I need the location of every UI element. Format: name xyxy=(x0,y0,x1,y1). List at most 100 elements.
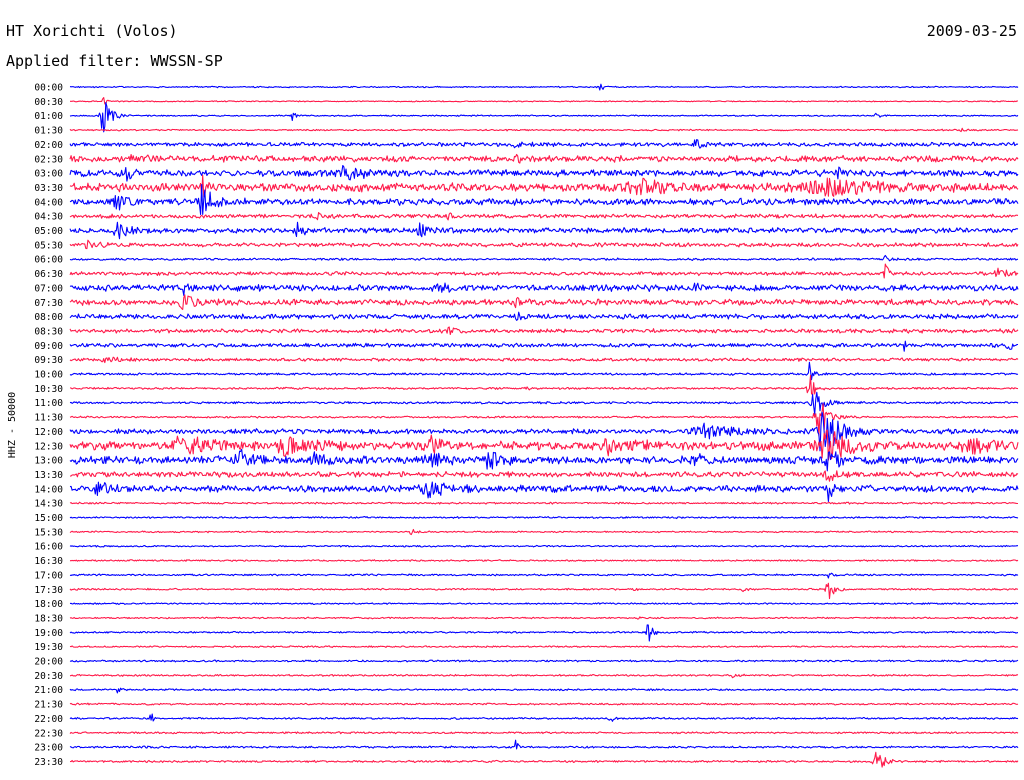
trace-2130 xyxy=(69,702,1019,706)
trace-0730 xyxy=(69,294,1019,311)
tick-label: 03:30 xyxy=(34,183,63,194)
trace-2300 xyxy=(69,739,1019,750)
y-axis-label: HHZ - 50000 xyxy=(7,392,18,458)
trace-0630 xyxy=(69,263,1019,279)
trace-1630 xyxy=(69,559,1019,562)
trace-0030 xyxy=(70,97,1018,105)
trace-0830 xyxy=(69,326,1019,336)
trace-1330 xyxy=(69,470,1019,482)
tick-label: 14:00 xyxy=(34,484,63,495)
tick-label: 15:00 xyxy=(34,513,63,524)
trace-0200 xyxy=(69,139,1019,149)
record-date: 2009-03-25 xyxy=(927,22,1017,40)
trace-2030 xyxy=(69,673,1019,679)
tick-label: 20:30 xyxy=(34,671,63,682)
tick-label: 23:00 xyxy=(34,743,63,754)
station-title: HT Xorichti (Volos) xyxy=(6,22,178,40)
tick-label: 01:00 xyxy=(34,111,63,122)
tick-label: 12:30 xyxy=(34,441,63,452)
trace-0000 xyxy=(69,83,1019,91)
tick-label: 09:00 xyxy=(34,341,63,352)
tick-label: 14:30 xyxy=(34,499,63,510)
trace-0330 xyxy=(69,174,1019,198)
tick-label: 05:30 xyxy=(34,240,63,251)
trace-0700 xyxy=(69,282,1019,296)
tick-label: 18:00 xyxy=(34,599,63,610)
tick-label: 22:00 xyxy=(34,714,63,725)
tick-label: 08:30 xyxy=(34,326,63,337)
tick-label: 21:00 xyxy=(34,685,63,696)
traces xyxy=(69,83,1019,768)
tick-label: 02:00 xyxy=(34,140,63,151)
tick-label: 22:30 xyxy=(34,728,63,739)
tick-label: 17:00 xyxy=(34,570,63,581)
trace-0230 xyxy=(69,153,1019,164)
trace-2230 xyxy=(69,731,1019,735)
trace-1900 xyxy=(69,624,1018,642)
tick-label: 21:30 xyxy=(34,700,63,711)
helicorder-plot: HT Xorichti (Volos) 2009-03-25 Applied f… xyxy=(6,22,1019,768)
tick-label: 15:30 xyxy=(34,527,63,538)
trace-1030 xyxy=(69,374,1019,396)
trace-1530 xyxy=(69,528,1019,536)
trace-0930 xyxy=(69,356,1019,364)
tick-label: 05:00 xyxy=(34,226,63,237)
tick-label: 02:30 xyxy=(34,154,63,165)
trace-1000 xyxy=(69,361,1019,381)
tick-label: 08:00 xyxy=(34,312,63,323)
tick-label: 09:30 xyxy=(34,355,63,366)
trace-0600 xyxy=(69,254,1019,262)
tick-label: 23:30 xyxy=(34,757,63,768)
tick-label: 00:00 xyxy=(34,83,63,94)
trace-0800 xyxy=(69,311,1019,321)
trace-1700 xyxy=(69,572,1019,579)
tick-label: 20:00 xyxy=(34,657,63,668)
trace-1830 xyxy=(69,616,1019,620)
tick-label: 07:00 xyxy=(34,283,63,294)
trace-0300 xyxy=(69,164,1019,182)
tick-label: 06:30 xyxy=(34,269,63,280)
trace-0500 xyxy=(69,221,1019,240)
tick-label: 17:30 xyxy=(34,585,63,596)
tick-label: 19:00 xyxy=(34,628,63,639)
trace-1600 xyxy=(69,544,1018,548)
trace-1300 xyxy=(69,448,1019,472)
tick-labels: 00:00 00:30 01:00 01:30 02:00 02:30 03:00 03:30… xyxy=(34,83,63,768)
trace-1500 xyxy=(69,515,1019,520)
tick-label: 18:30 xyxy=(34,613,63,624)
trace-0130 xyxy=(69,127,1019,133)
trace-2000 xyxy=(69,659,1019,663)
tick-label: 19:30 xyxy=(34,642,63,653)
tick-label: 03:00 xyxy=(34,169,63,180)
tick-label: 11:30 xyxy=(34,413,63,424)
trace-1100 xyxy=(69,391,1019,415)
tick-label: 04:30 xyxy=(34,212,63,223)
tick-label: 07:30 xyxy=(34,298,63,309)
tick-label: 16:30 xyxy=(34,556,63,567)
trace-1800 xyxy=(69,602,1019,606)
tick-label: 04:00 xyxy=(34,197,63,208)
tick-label: 12:00 xyxy=(34,427,63,438)
tick-label: 16:00 xyxy=(34,542,63,553)
trace-1230 xyxy=(69,429,1019,461)
trace-0100 xyxy=(69,101,1019,133)
tick-label: 10:30 xyxy=(34,384,63,395)
trace-2330 xyxy=(69,751,1019,768)
trace-1730 xyxy=(69,582,1018,600)
trace-2200 xyxy=(69,713,1019,722)
trace-1930 xyxy=(69,645,1019,649)
tick-label: 00:30 xyxy=(34,97,63,108)
tick-label: 06:00 xyxy=(34,255,63,266)
trace-0430 xyxy=(69,211,1019,221)
trace-1430 xyxy=(69,501,1018,505)
filter-label: Applied filter: WWSSN-SP xyxy=(6,52,223,70)
trace-0530 xyxy=(69,239,1019,250)
tick-label: 01:30 xyxy=(34,126,63,137)
trace-2100 xyxy=(69,687,1019,694)
tick-label: 13:30 xyxy=(34,470,63,481)
tick-label: 10:00 xyxy=(34,370,63,381)
tick-label: 11:00 xyxy=(34,398,63,409)
trace-1400 xyxy=(69,481,1019,503)
tick-label: 13:00 xyxy=(34,456,63,467)
trace-0900 xyxy=(69,340,1019,352)
